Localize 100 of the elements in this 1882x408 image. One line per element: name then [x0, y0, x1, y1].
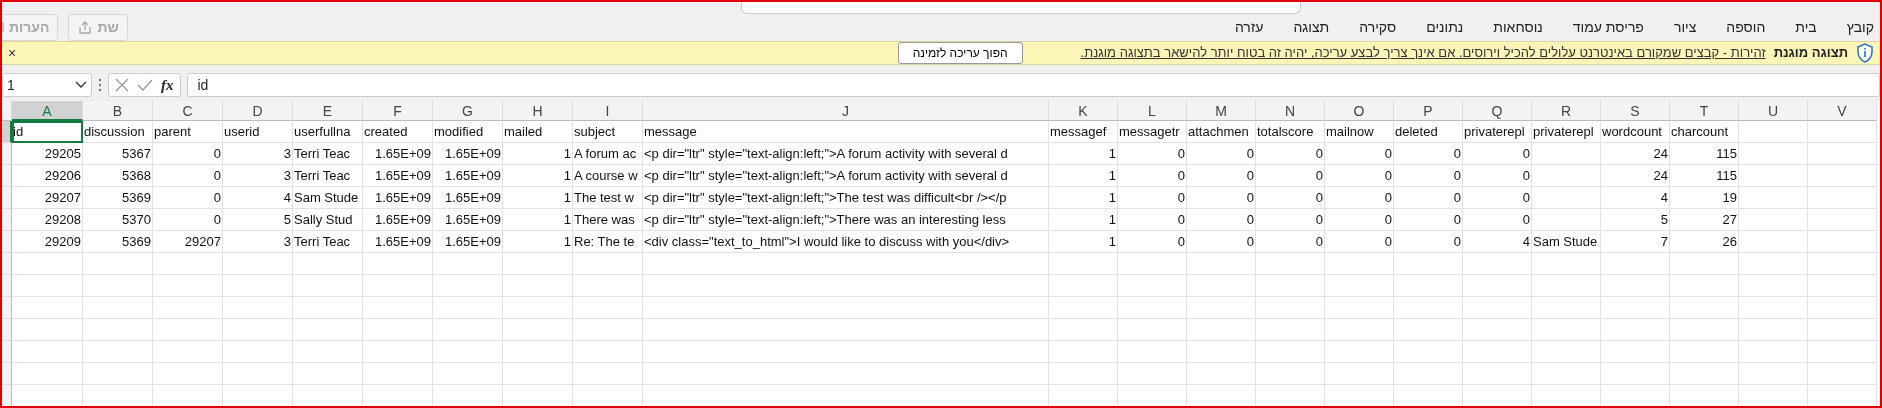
table-cell[interactable]: 3: [223, 231, 293, 253]
table-cell[interactable]: 0: [1187, 187, 1256, 209]
empty-cell[interactable]: [1256, 297, 1325, 319]
dropdown-caret-icon[interactable]: [75, 81, 87, 89]
empty-cell[interactable]: [83, 319, 153, 341]
table-cell[interactable]: messagetr: [1118, 121, 1187, 143]
table-cell[interactable]: 5367: [83, 143, 153, 165]
column-header[interactable]: Q: [1463, 101, 1532, 121]
empty-cell[interactable]: [1808, 143, 1877, 165]
empty-cell[interactable]: [573, 341, 643, 363]
table-cell[interactable]: 1: [1049, 209, 1118, 231]
table-cell[interactable]: A course w: [573, 165, 643, 187]
table-cell[interactable]: A forum ac: [573, 143, 643, 165]
table-cell[interactable]: 0: [1394, 209, 1463, 231]
empty-cell[interactable]: [1601, 363, 1670, 385]
empty-cell[interactable]: [363, 341, 433, 363]
table-cell[interactable]: 0: [1463, 143, 1532, 165]
empty-cell[interactable]: [1808, 275, 1877, 297]
empty-cell[interactable]: [153, 319, 223, 341]
empty-cell[interactable]: [1049, 275, 1118, 297]
table-cell[interactable]: 4: [1463, 231, 1532, 253]
empty-cell[interactable]: [1325, 297, 1394, 319]
column-header[interactable]: K: [1049, 101, 1118, 121]
table-cell[interactable]: message: [643, 121, 1049, 143]
column-header[interactable]: C: [153, 101, 223, 121]
table-cell[interactable]: charcount: [1670, 121, 1739, 143]
empty-cell[interactable]: [223, 275, 293, 297]
enable-editing-button[interactable]: הפוך עריכה לזמינה: [897, 42, 1023, 64]
table-cell[interactable]: 0: [1118, 231, 1187, 253]
table-cell[interactable]: wordcount: [1601, 121, 1670, 143]
table-cell[interactable]: 0: [1256, 187, 1325, 209]
ribbon-tab[interactable]: סקירה: [1359, 15, 1397, 40]
table-cell[interactable]: 29206: [12, 165, 83, 187]
table-cell[interactable]: id: [12, 121, 83, 143]
empty-cell[interactable]: [83, 341, 153, 363]
empty-cell[interactable]: [1049, 341, 1118, 363]
row-header[interactable]: [2, 121, 12, 143]
empty-cell[interactable]: [153, 275, 223, 297]
column-header[interactable]: D: [223, 101, 293, 121]
select-all-corner[interactable]: [2, 101, 12, 121]
column-header[interactable]: U: [1739, 101, 1808, 121]
insert-function-button[interactable]: fx: [161, 73, 174, 97]
table-cell[interactable]: Terri Teac: [293, 231, 363, 253]
empty-cell[interactable]: [1049, 319, 1118, 341]
empty-cell[interactable]: [643, 297, 1049, 319]
table-cell[interactable]: 0: [1325, 165, 1394, 187]
empty-cell[interactable]: [1601, 341, 1670, 363]
table-cell[interactable]: discussion: [83, 121, 153, 143]
empty-cell[interactable]: [1187, 253, 1256, 275]
table-cell[interactable]: 1: [1049, 143, 1118, 165]
empty-cell[interactable]: [1739, 231, 1808, 253]
empty-cell[interactable]: [223, 319, 293, 341]
table-cell[interactable]: 0: [1394, 231, 1463, 253]
empty-cell[interactable]: [573, 319, 643, 341]
table-cell[interactable]: messagef: [1049, 121, 1118, 143]
column-header[interactable]: J: [643, 101, 1049, 121]
empty-cell[interactable]: [1601, 319, 1670, 341]
table-cell[interactable]: 1.65E+09: [363, 187, 433, 209]
empty-cell[interactable]: [643, 319, 1049, 341]
empty-cell[interactable]: [643, 275, 1049, 297]
empty-cell[interactable]: [153, 253, 223, 275]
ribbon-tab[interactable]: ציור: [1673, 15, 1697, 40]
column-header[interactable]: L: [1118, 101, 1187, 121]
empty-cell[interactable]: [573, 363, 643, 385]
ribbon-tab[interactable]: נוסחאות: [1493, 15, 1543, 40]
empty-cell[interactable]: [223, 253, 293, 275]
empty-cell[interactable]: [363, 319, 433, 341]
empty-cell[interactable]: [83, 297, 153, 319]
column-header[interactable]: G: [433, 101, 503, 121]
table-cell[interactable]: The test w: [573, 187, 643, 209]
empty-cell[interactable]: [1394, 275, 1463, 297]
table-cell[interactable]: 5369: [83, 231, 153, 253]
table-cell[interactable]: <div class="text_to_html">I would like to discuss with you</div>: [643, 231, 1049, 253]
table-cell[interactable]: 3: [223, 165, 293, 187]
row-header[interactable]: [2, 187, 12, 209]
empty-cell[interactable]: [363, 275, 433, 297]
table-cell[interactable]: 24: [1601, 143, 1670, 165]
table-cell[interactable]: 0: [1187, 165, 1256, 187]
empty-cell[interactable]: [293, 319, 363, 341]
table-cell[interactable]: 1: [503, 231, 573, 253]
column-header[interactable]: F: [363, 101, 433, 121]
empty-cell[interactable]: [573, 297, 643, 319]
empty-cell[interactable]: [1187, 297, 1256, 319]
empty-cell[interactable]: [503, 341, 573, 363]
empty-cell[interactable]: [1256, 319, 1325, 341]
empty-cell[interactable]: [1325, 253, 1394, 275]
empty-cell[interactable]: [1670, 319, 1739, 341]
empty-cell[interactable]: [223, 363, 293, 385]
empty-cell[interactable]: [643, 253, 1049, 275]
empty-cell[interactable]: [223, 341, 293, 363]
empty-cell[interactable]: [1394, 363, 1463, 385]
table-cell[interactable]: 0: [1325, 187, 1394, 209]
empty-cell[interactable]: [433, 363, 503, 385]
row-header[interactable]: [2, 319, 12, 341]
empty-cell[interactable]: [1463, 253, 1532, 275]
empty-cell[interactable]: [1532, 297, 1601, 319]
table-cell[interactable]: 0: [1118, 165, 1187, 187]
table-cell[interactable]: 4: [1601, 187, 1670, 209]
table-cell[interactable]: 5: [1601, 209, 1670, 231]
empty-cell[interactable]: [1463, 275, 1532, 297]
